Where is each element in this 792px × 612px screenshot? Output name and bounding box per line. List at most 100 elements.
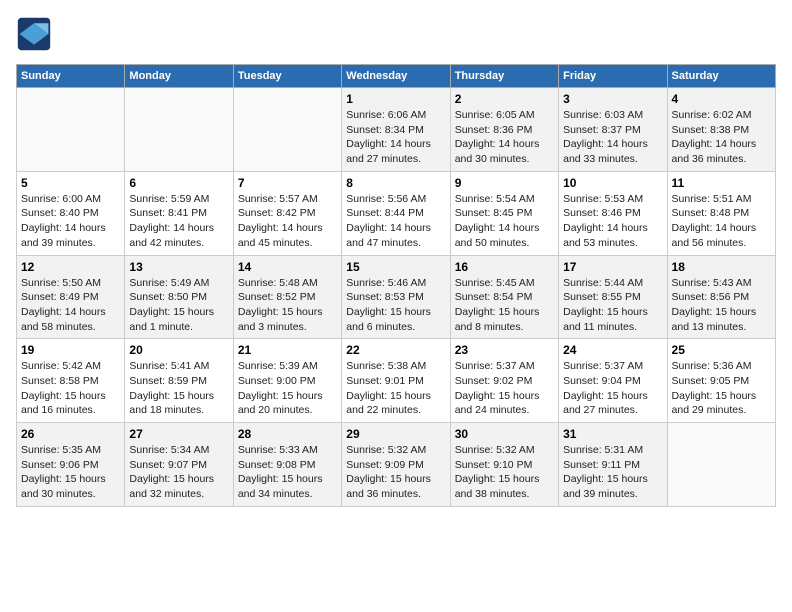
week-row-1: 1 Sunrise: 6:06 AM Sunset: 8:34 PM Daylig… (17, 88, 776, 172)
day-number: 3 (563, 92, 662, 106)
day-number: 1 (346, 92, 445, 106)
day-cell (667, 423, 775, 507)
day-cell: 12 Sunrise: 5:50 AM Sunset: 8:49 PM Dayli… (17, 255, 125, 339)
day-cell: 23 Sunrise: 5:37 AM Sunset: 9:02 PM Dayli… (450, 339, 558, 423)
day-number: 23 (455, 343, 554, 357)
day-cell: 29Sunrise: 5:32 AM Sunset: 9:09 PM Dayli… (342, 423, 450, 507)
day-number: 18 (672, 260, 771, 274)
day-info: Sunrise: 5:37 AM Sunset: 9:04 PM Dayligh… (563, 359, 662, 418)
day-info: Sunrise: 5:42 AM Sunset: 8:58 PM Dayligh… (21, 359, 120, 418)
day-info: Sunrise: 5:31 AM Sunset: 9:11 PM Dayligh… (563, 443, 662, 502)
day-number: 30 (455, 427, 554, 441)
day-cell (233, 88, 341, 172)
day-info: Sunrise: 5:41 AM Sunset: 8:59 PM Dayligh… (129, 359, 228, 418)
day-info: Sunrise: 5:53 AM Sunset: 8:46 PM Dayligh… (563, 192, 662, 251)
day-number: 20 (129, 343, 228, 357)
day-number: 8 (346, 176, 445, 190)
day-number: 15 (346, 260, 445, 274)
header-row: SundayMondayTuesdayWednesdayThursdayFrid… (17, 65, 776, 88)
week-row-5: 26 Sunrise: 5:35 AM Sunset: 9:06 PM Dayli… (17, 423, 776, 507)
day-cell: 24 Sunrise: 5:37 AM Sunset: 9:04 PM Dayli… (559, 339, 667, 423)
day-cell (17, 88, 125, 172)
day-number: 5 (21, 176, 120, 190)
day-number: 2 (455, 92, 554, 106)
day-cell: 16Sunrise: 5:45 AM Sunset: 8:54 PM Dayli… (450, 255, 558, 339)
day-number: 4 (672, 92, 771, 106)
day-info: Sunrise: 5:32 AM Sunset: 9:10 PM Dayligh… (455, 443, 554, 502)
week-row-3: 12 Sunrise: 5:50 AM Sunset: 8:49 PM Dayli… (17, 255, 776, 339)
day-info: Sunrise: 6:06 AM Sunset: 8:34 PM Dayligh… (346, 108, 445, 167)
day-info: Sunrise: 5:46 AM Sunset: 8:53 PM Dayligh… (346, 276, 445, 335)
day-number: 29 (346, 427, 445, 441)
day-header-friday: Friday (559, 65, 667, 88)
day-number: 9 (455, 176, 554, 190)
day-info: Sunrise: 5:38 AM Sunset: 9:01 PM Dayligh… (346, 359, 445, 418)
day-info: Sunrise: 6:05 AM Sunset: 8:36 PM Dayligh… (455, 108, 554, 167)
day-number: 17 (563, 260, 662, 274)
day-cell: 25Sunrise: 5:36 AM Sunset: 9:05 PM Dayli… (667, 339, 775, 423)
day-cell: 13 Sunrise: 5:49 AM Sunset: 8:50 PM Dayli… (125, 255, 233, 339)
day-header-sunday: Sunday (17, 65, 125, 88)
day-number: 19 (21, 343, 120, 357)
day-header-wednesday: Wednesday (342, 65, 450, 88)
day-info: Sunrise: 5:44 AM Sunset: 8:55 PM Dayligh… (563, 276, 662, 335)
day-cell: 20 Sunrise: 5:41 AM Sunset: 8:59 PM Dayli… (125, 339, 233, 423)
day-number: 11 (672, 176, 771, 190)
day-cell: 30 Sunrise: 5:32 AM Sunset: 9:10 PM Dayli… (450, 423, 558, 507)
day-number: 21 (238, 343, 337, 357)
logo (16, 16, 56, 52)
day-number: 31 (563, 427, 662, 441)
day-cell: 1 Sunrise: 6:06 AM Sunset: 8:34 PM Daylig… (342, 88, 450, 172)
day-number: 26 (21, 427, 120, 441)
day-number: 7 (238, 176, 337, 190)
day-cell: 6 Sunrise: 5:59 AM Sunset: 8:41 PM Daylig… (125, 171, 233, 255)
day-cell: 31 Sunrise: 5:31 AM Sunset: 9:11 PM Dayli… (559, 423, 667, 507)
day-number: 24 (563, 343, 662, 357)
day-number: 10 (563, 176, 662, 190)
day-info: Sunrise: 5:35 AM Sunset: 9:06 PM Dayligh… (21, 443, 120, 502)
day-number: 16 (455, 260, 554, 274)
day-number: 12 (21, 260, 120, 274)
day-header-monday: Monday (125, 65, 233, 88)
day-info: Sunrise: 5:33 AM Sunset: 9:08 PM Dayligh… (238, 443, 337, 502)
day-cell: 3 Sunrise: 6:03 AM Sunset: 8:37 PM Daylig… (559, 88, 667, 172)
day-cell: 4Sunrise: 6:02 AM Sunset: 8:38 PM Daylig… (667, 88, 775, 172)
day-number: 14 (238, 260, 337, 274)
day-header-tuesday: Tuesday (233, 65, 341, 88)
day-info: Sunrise: 5:59 AM Sunset: 8:41 PM Dayligh… (129, 192, 228, 251)
day-info: Sunrise: 5:37 AM Sunset: 9:02 PM Dayligh… (455, 359, 554, 418)
calendar-table: SundayMondayTuesdayWednesdayThursdayFrid… (16, 64, 776, 507)
day-info: Sunrise: 5:51 AM Sunset: 8:48 PM Dayligh… (672, 192, 771, 251)
day-number: 28 (238, 427, 337, 441)
day-cell: 11 Sunrise: 5:51 AM Sunset: 8:48 PM Dayli… (667, 171, 775, 255)
day-cell: 26 Sunrise: 5:35 AM Sunset: 9:06 PM Dayli… (17, 423, 125, 507)
day-info: Sunrise: 6:00 AM Sunset: 8:40 PM Dayligh… (21, 192, 120, 251)
page-header (16, 16, 776, 52)
day-info: Sunrise: 5:57 AM Sunset: 8:42 PM Dayligh… (238, 192, 337, 251)
day-cell: 22 Sunrise: 5:38 AM Sunset: 9:01 PM Dayli… (342, 339, 450, 423)
day-info: Sunrise: 5:54 AM Sunset: 8:45 PM Dayligh… (455, 192, 554, 251)
day-cell (125, 88, 233, 172)
day-number: 25 (672, 343, 771, 357)
day-info: Sunrise: 5:49 AM Sunset: 8:50 PM Dayligh… (129, 276, 228, 335)
day-cell: 15 Sunrise: 5:46 AM Sunset: 8:53 PM Dayli… (342, 255, 450, 339)
day-header-thursday: Thursday (450, 65, 558, 88)
day-number: 6 (129, 176, 228, 190)
day-number: 27 (129, 427, 228, 441)
day-info: Sunrise: 5:56 AM Sunset: 8:44 PM Dayligh… (346, 192, 445, 251)
week-row-4: 19 Sunrise: 5:42 AM Sunset: 8:58 PM Dayli… (17, 339, 776, 423)
day-info: Sunrise: 5:50 AM Sunset: 8:49 PM Dayligh… (21, 276, 120, 335)
day-cell: 10 Sunrise: 5:53 AM Sunset: 8:46 PM Dayli… (559, 171, 667, 255)
day-info: Sunrise: 5:39 AM Sunset: 9:00 PM Dayligh… (238, 359, 337, 418)
day-info: Sunrise: 5:34 AM Sunset: 9:07 PM Dayligh… (129, 443, 228, 502)
day-number: 13 (129, 260, 228, 274)
day-cell: 27 Sunrise: 5:34 AM Sunset: 9:07 PM Dayli… (125, 423, 233, 507)
day-cell: 5 Sunrise: 6:00 AM Sunset: 8:40 PM Daylig… (17, 171, 125, 255)
day-info: Sunrise: 5:43 AM Sunset: 8:56 PM Dayligh… (672, 276, 771, 335)
day-info: Sunrise: 6:03 AM Sunset: 8:37 PM Dayligh… (563, 108, 662, 167)
day-number: 22 (346, 343, 445, 357)
day-header-saturday: Saturday (667, 65, 775, 88)
day-cell: 9 Sunrise: 5:54 AM Sunset: 8:45 PM Daylig… (450, 171, 558, 255)
week-row-2: 5 Sunrise: 6:00 AM Sunset: 8:40 PM Daylig… (17, 171, 776, 255)
day-cell: 2 Sunrise: 6:05 AM Sunset: 8:36 PM Daylig… (450, 88, 558, 172)
